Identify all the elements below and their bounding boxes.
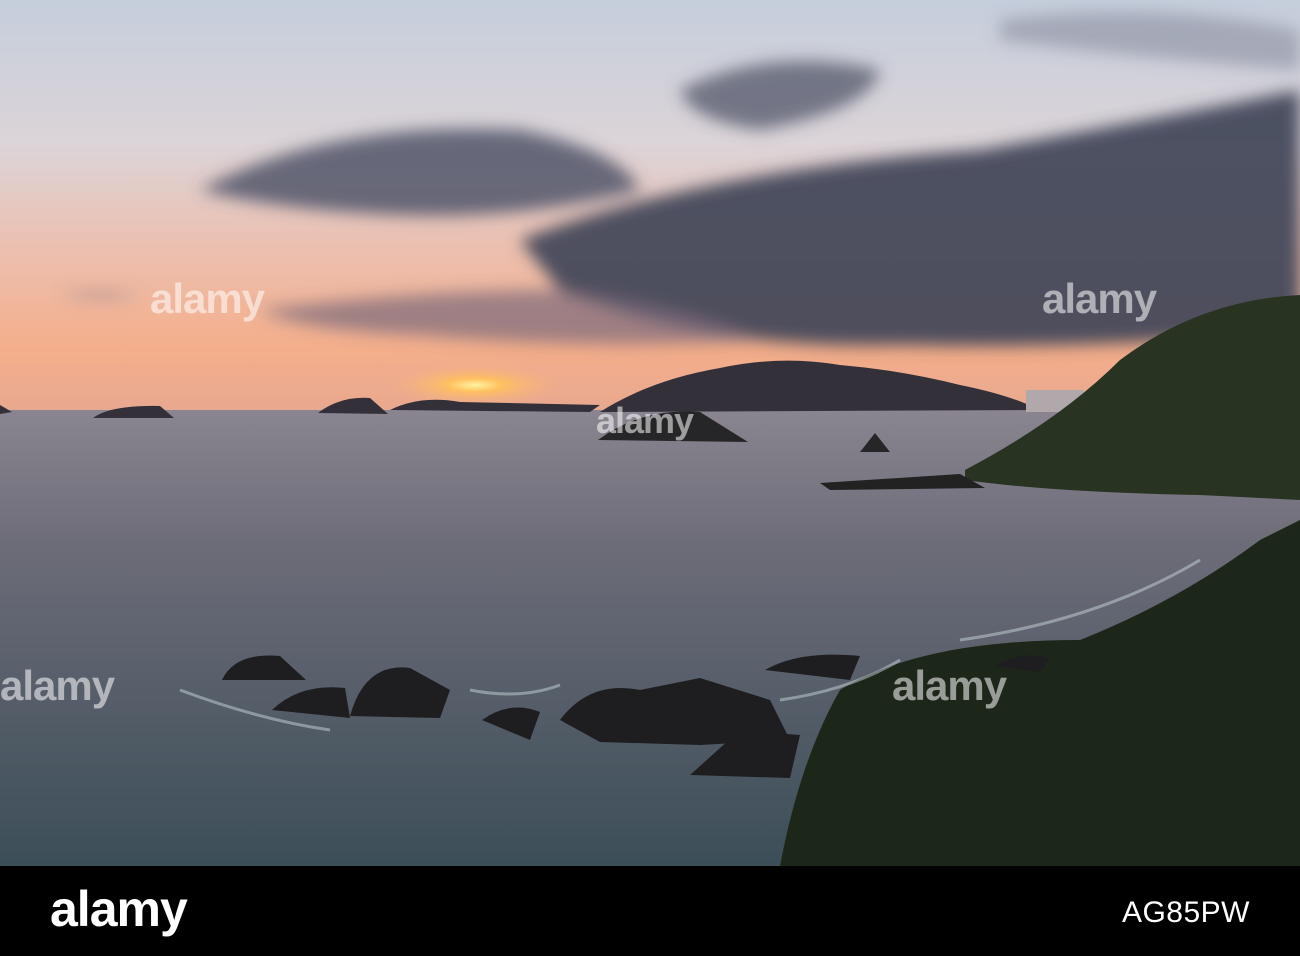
watermark: alamy	[596, 400, 694, 441]
stock-photo: alamy alamy alamy alamy alamy alamy AG85…	[0, 0, 1300, 956]
watermark: alamy	[1042, 275, 1157, 322]
image-id: AG85PW	[1121, 896, 1250, 929]
alamy-logo: alamy	[50, 881, 188, 937]
footer-bar: alamy AG85PW	[0, 866, 1300, 956]
watermark: alamy	[150, 275, 265, 322]
watermark: alamy	[0, 662, 115, 709]
watermark: alamy	[892, 662, 1007, 709]
